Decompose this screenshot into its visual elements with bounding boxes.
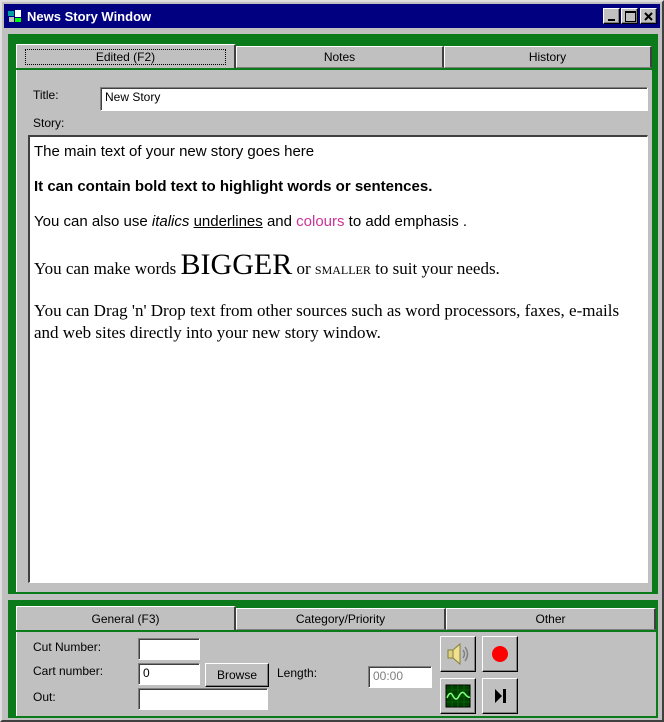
record-button[interactable] xyxy=(482,636,518,672)
title-input-value: New Story xyxy=(105,90,161,104)
out-input[interactable] xyxy=(138,688,268,710)
story-editor[interactable]: The main text of your new story goes her… xyxy=(28,135,648,583)
browse-button[interactable]: Browse xyxy=(205,663,269,687)
italic-text: italics xyxy=(151,213,190,230)
app-icon xyxy=(7,8,23,24)
length-field: 00:00 xyxy=(368,666,432,688)
length-value: 00:00 xyxy=(373,669,404,683)
tab-general[interactable]: General (F3) xyxy=(16,606,236,630)
story-paragraph-5: You can Drag 'n' Drop text from other so… xyxy=(34,301,620,342)
close-icon xyxy=(644,12,653,21)
out-label: Out: xyxy=(33,690,56,704)
minimize-button[interactable] xyxy=(603,8,620,24)
story-paragraph-2: It can contain bold text to highlight wo… xyxy=(34,178,433,195)
title-input[interactable]: New Story xyxy=(100,87,648,111)
cut-number-label: Cut Number: xyxy=(33,640,102,654)
waveform-button[interactable] xyxy=(440,678,476,714)
browse-button-label: Browse xyxy=(216,668,257,682)
play-skip-button[interactable] xyxy=(482,678,518,714)
tab-general-label: General (F3) xyxy=(91,611,160,626)
coloured-text: colours xyxy=(296,213,345,230)
tab-notes-label: Notes xyxy=(323,50,356,64)
tab-edited-label: Edited (F2) xyxy=(24,48,227,65)
story-label: Story: xyxy=(33,116,65,130)
tab-category-label: Category/Priority xyxy=(295,612,386,626)
tab-notes[interactable]: Notes xyxy=(236,46,444,68)
tab-other-label: Other xyxy=(535,612,566,626)
tab-edited[interactable]: Edited (F2) xyxy=(16,44,236,68)
maximize-button[interactable] xyxy=(621,8,638,24)
speaker-icon xyxy=(447,642,469,666)
tab-history-label: History xyxy=(528,50,567,64)
tab-other[interactable]: Other xyxy=(446,608,656,630)
title-bar[interactable]: News Story Window xyxy=(4,4,660,28)
news-story-window: News Story Window Edited (F2) Notes Hist… xyxy=(0,0,664,722)
tab-history[interactable]: History xyxy=(444,46,652,68)
close-button[interactable] xyxy=(640,8,657,24)
window-title: News Story Window xyxy=(27,8,152,24)
title-label: Title: xyxy=(33,88,59,102)
cart-number-label: Cart number: xyxy=(33,664,104,678)
story-tabs: Edited (F2) Notes History xyxy=(16,44,652,70)
bigger-text: BIGGER xyxy=(180,248,293,281)
cut-number-input[interactable] xyxy=(138,638,200,660)
underlined-text: underlines xyxy=(193,213,263,230)
general-tab-body xyxy=(16,632,656,716)
length-label: Length: xyxy=(277,666,318,680)
speaker-button[interactable] xyxy=(440,636,476,672)
smaller-text: SMALLER xyxy=(314,263,371,277)
tab-category-priority[interactable]: Category/Priority xyxy=(236,608,446,630)
story-paragraph-3: You can also use italics underlines and … xyxy=(34,213,468,230)
cart-number-value: 0 xyxy=(143,666,150,680)
story-paragraph-1: The main text of your new story goes her… xyxy=(34,143,315,160)
story-paragraph-4: You can make words BIGGER or SMALLER to … xyxy=(34,248,500,281)
record-icon xyxy=(492,646,508,662)
waveform-icon xyxy=(445,684,471,708)
cart-number-input[interactable]: 0 xyxy=(138,663,200,685)
skip-forward-icon xyxy=(495,689,506,703)
general-tabs: General (F3) Category/Priority Other xyxy=(16,606,656,632)
